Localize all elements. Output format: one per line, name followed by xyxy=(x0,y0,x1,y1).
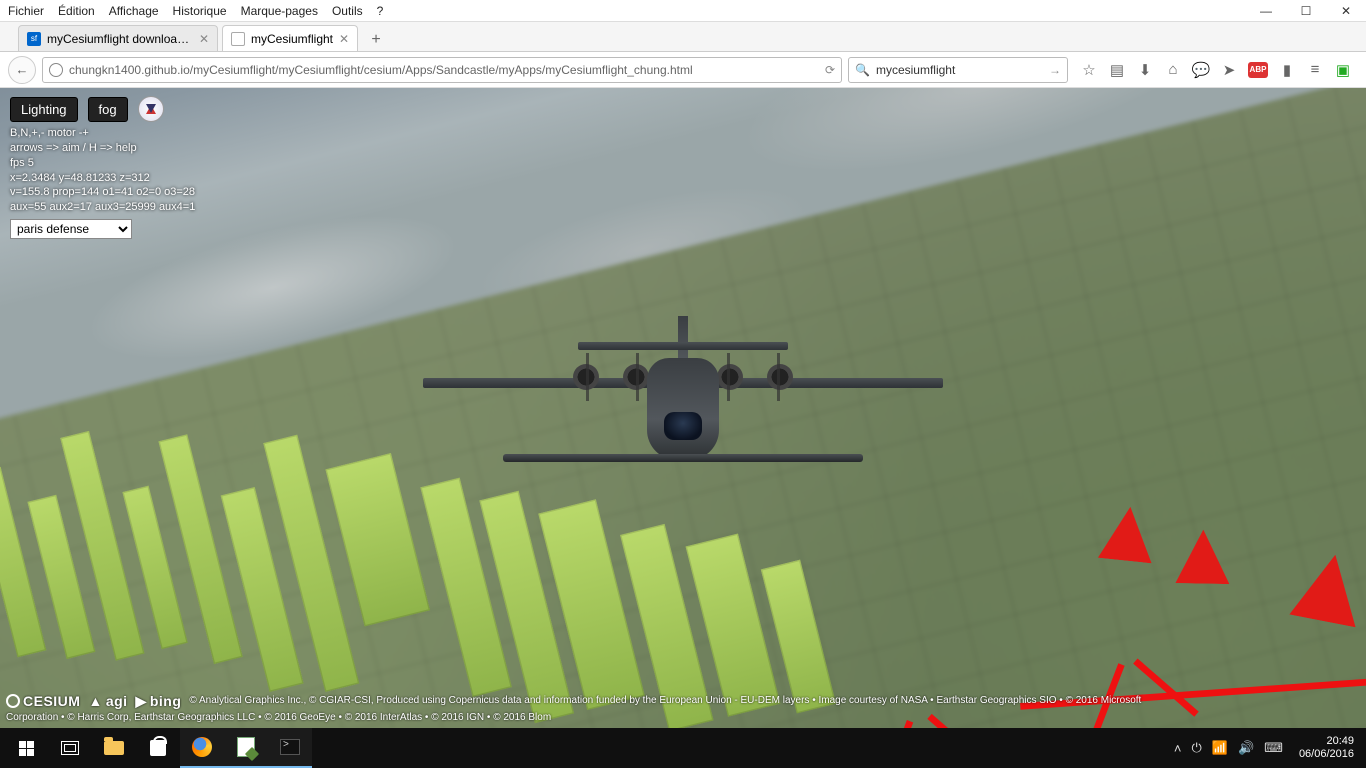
menu-bar: Fichier Édition Affichage Historique Mar… xyxy=(0,0,1366,22)
taskbar: ˄ ⏻ 📶 🔊 ⌨ 20:49 06/06/2016 xyxy=(0,728,1366,768)
window-close-button[interactable]: ✕ xyxy=(1326,0,1366,22)
attribution-text-2: Corporation • © Harris Corp, Earthstar G… xyxy=(6,711,1360,724)
hud-line: v=155.8 prop=144 o1=41 o2=0 o3=28 xyxy=(10,185,195,200)
system-tray[interactable]: ˄ ⏻ 📶 🔊 ⌨ xyxy=(1166,740,1291,756)
sourceforge-icon: sf xyxy=(27,32,41,46)
nav-bar: ← chungkn1400.github.io/myCesiumflight/m… xyxy=(0,52,1366,88)
bookmarks-icon[interactable]: ▤ xyxy=(1108,61,1126,79)
tab-downloads[interactable]: sf myCesiumflight download... ✕ xyxy=(18,25,218,51)
aircraft-model xyxy=(423,320,943,480)
adblock-icon[interactable]: ABP xyxy=(1248,62,1268,78)
tray-power-icon[interactable]: ⏻ xyxy=(1192,740,1202,756)
send-icon[interactable]: ➤ xyxy=(1220,61,1238,79)
menu-bookmarks[interactable]: Marque-pages xyxy=(241,4,318,18)
menu-file[interactable]: Fichier xyxy=(8,4,44,18)
hamburger-menu-icon[interactable]: ≡ xyxy=(1306,61,1324,79)
back-button[interactable]: ← xyxy=(8,56,36,84)
menu-tools[interactable]: Outils xyxy=(332,4,363,18)
new-tab-button[interactable]: + xyxy=(364,29,388,51)
clock-date: 06/06/2016 xyxy=(1299,748,1354,761)
lighting-button[interactable]: Lighting xyxy=(10,97,78,122)
window-maximize-button[interactable]: ☐ xyxy=(1286,0,1326,22)
hud-line: fps 5 xyxy=(10,156,195,171)
menu-view[interactable]: Affichage xyxy=(109,4,159,18)
store-button[interactable] xyxy=(136,728,180,768)
tab-close-icon[interactable]: ✕ xyxy=(339,32,349,46)
shield-icon[interactable]: ▣ xyxy=(1334,61,1352,79)
url-bar[interactable]: chungkn1400.github.io/myCesiumflight/myC… xyxy=(42,57,842,83)
search-go-icon[interactable]: → xyxy=(1049,63,1061,77)
hud-line: arrows => aim / H => help xyxy=(10,141,195,156)
explorer-button[interactable] xyxy=(92,728,136,768)
pocket-icon[interactable]: ▮ xyxy=(1278,61,1296,79)
tray-volume-icon[interactable]: 🔊 xyxy=(1238,740,1254,756)
tab-title: myCesiumflight xyxy=(251,32,333,46)
tab-close-icon[interactable]: ✕ xyxy=(199,32,209,46)
star-icon[interactable]: ☆ xyxy=(1080,61,1098,79)
cesium-logo: CESIUM xyxy=(6,692,80,710)
attribution-footer: CESIUM ▲agi ▶bing © Analytical Graphics … xyxy=(6,692,1360,724)
menu-help[interactable]: ? xyxy=(377,4,384,18)
hud-line: aux=55 aux2=17 aux3=25999 aux4=1 xyxy=(10,200,195,215)
globe-icon xyxy=(49,63,63,77)
menu-edit[interactable]: Édition xyxy=(58,4,95,18)
tab-cesiumflight[interactable]: myCesiumflight ✕ xyxy=(222,25,358,51)
bing-logo: ▶bing xyxy=(136,692,182,710)
window-minimize-button[interactable]: — xyxy=(1246,0,1286,22)
agi-logo: ▲agi xyxy=(88,692,127,710)
overlay-panel: Lighting fog B,N,+,- motor -+ arrows => … xyxy=(10,96,195,239)
fog-button[interactable]: fog xyxy=(88,97,128,122)
downloads-icon[interactable]: ⬇ xyxy=(1136,61,1154,79)
clock-time: 20:49 xyxy=(1299,735,1354,748)
tab-title: myCesiumflight download... xyxy=(47,32,193,46)
attribution-text-1: © Analytical Graphics Inc., © CGIAR-CSI,… xyxy=(189,694,1360,707)
page-icon xyxy=(231,32,245,46)
chat-icon[interactable]: 💬 xyxy=(1192,61,1210,79)
cmd-button[interactable] xyxy=(268,728,312,768)
window-controls: — ☐ ✕ xyxy=(1246,0,1366,22)
taskview-button[interactable] xyxy=(48,728,92,768)
firefox-button[interactable] xyxy=(180,728,224,768)
notepadpp-button[interactable] xyxy=(224,728,268,768)
search-bar[interactable]: 🔍 mycesiumflight → xyxy=(848,57,1068,83)
tray-wifi-icon[interactable]: 📶 xyxy=(1212,740,1228,756)
url-text: chungkn1400.github.io/myCesiumflight/myC… xyxy=(69,63,821,77)
tab-strip: sf myCesiumflight download... ✕ myCesium… xyxy=(0,22,1366,52)
location-select[interactable]: paris defense xyxy=(10,219,132,239)
tray-keyboard-icon[interactable]: ⌨ xyxy=(1264,740,1283,756)
reload-icon[interactable]: ⟳ xyxy=(825,63,835,77)
hud-line: x=2.3484 y=48.81233 z=312 xyxy=(10,171,195,186)
toolbar-icons: ☆ ▤ ⬇ ⌂ 💬 ➤ ABP ▮ ≡ ▣ xyxy=(1074,61,1358,79)
tray-chevron-icon[interactable]: ˄ xyxy=(1174,741,1182,756)
cesium-viewport[interactable]: Lighting fog B,N,+,- motor -+ arrows => … xyxy=(0,88,1366,728)
menu-history[interactable]: Historique xyxy=(173,4,227,18)
hud-line: B,N,+,- motor -+ xyxy=(10,126,195,141)
home-icon[interactable]: ⌂ xyxy=(1164,61,1182,79)
taskbar-clock[interactable]: 20:49 06/06/2016 xyxy=(1291,735,1362,760)
start-button[interactable] xyxy=(4,728,48,768)
search-text: mycesiumflight xyxy=(876,63,1049,77)
search-icon: 🔍 xyxy=(855,63,870,77)
compass-icon[interactable] xyxy=(138,96,164,122)
